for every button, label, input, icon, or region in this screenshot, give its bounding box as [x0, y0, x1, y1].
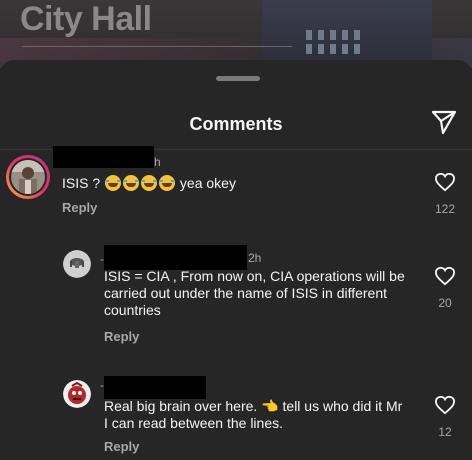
reply-button[interactable]: Reply	[62, 200, 97, 215]
like-count: 20	[438, 296, 452, 310]
person-avatar-icon	[11, 160, 45, 194]
face-with-tears-of-joy-icon	[105, 175, 122, 191]
like-count: 12	[438, 425, 452, 439]
comment-text: ISIS = CIA , From now on, CIA operations…	[104, 268, 405, 318]
story-ring[interactable]	[6, 155, 50, 199]
comment-text: Real big brain over here. 👈 tell us who …	[104, 398, 403, 431]
background-title: City Hall	[20, 0, 152, 38]
comment-text-after: yea okey	[179, 175, 236, 191]
reply-button[interactable]: Reply	[104, 329, 139, 344]
like-count: 122	[434, 202, 456, 216]
face-with-tears-of-joy-icon	[141, 175, 158, 191]
redacted-username	[104, 376, 206, 399]
post-background: City Hall	[0, 0, 472, 68]
background-underline	[22, 46, 292, 47]
redacted-username	[104, 245, 247, 270]
default-avatar-icon[interactable]	[63, 250, 91, 278]
redacted-username	[53, 146, 154, 168]
face-with-tears-of-joy-icon	[123, 175, 140, 191]
reply-button[interactable]: Reply	[104, 439, 139, 454]
comment-text: ISIS ? yea okey	[62, 175, 236, 192]
send-icon[interactable]	[430, 108, 458, 136]
sheet-drag-handle[interactable]	[216, 76, 260, 81]
face-with-tears-of-joy-icon	[159, 175, 176, 191]
heart-icon[interactable]	[434, 266, 456, 286]
sheet-title: Comments	[189, 114, 283, 134]
comment-text-before: ISIS ?	[62, 175, 101, 191]
background-building	[262, 0, 432, 68]
comment-timestamp: h	[154, 155, 161, 169]
heart-icon[interactable]	[434, 395, 456, 415]
red-character-avatar-icon[interactable]	[63, 380, 91, 408]
heart-icon[interactable]	[434, 172, 456, 192]
comment-timestamp: 2h	[248, 251, 262, 265]
